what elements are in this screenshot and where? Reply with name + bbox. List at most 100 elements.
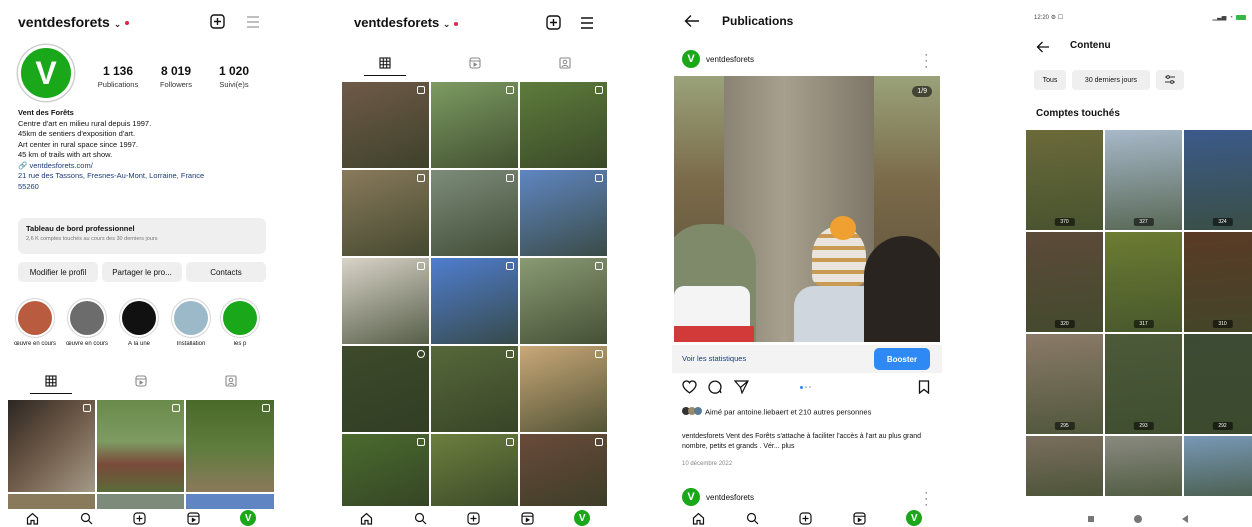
stat-publications[interactable]: 1 136 Publications: [88, 64, 148, 89]
post-thumbnail[interactable]: [520, 258, 607, 344]
post-thumbnail[interactable]: [431, 434, 518, 506]
address-link[interactable]: 21 rue des Tassons, Fresnes-Au-Mont, Lor…: [18, 171, 268, 182]
highlight-2[interactable]: œuvre en cours: [64, 298, 110, 347]
tab-reels[interactable]: [450, 54, 500, 76]
highlight-5[interactable]: les p: [220, 298, 260, 347]
home-icon[interactable]: [360, 511, 374, 525]
content-thumbnail[interactable]: 317: [1105, 232, 1182, 332]
content-thumbnail[interactable]: 370: [1026, 130, 1103, 230]
post-author-name[interactable]: ventdesforets: [706, 55, 754, 64]
profile-nav-avatar[interactable]: V: [240, 510, 257, 526]
content-thumbnail[interactable]: 310: [1184, 232, 1252, 332]
share-icon[interactable]: [733, 380, 749, 399]
contacts-button[interactable]: Contacts: [186, 262, 266, 282]
create-post-icon[interactable]: [467, 511, 481, 525]
stat-following[interactable]: 1 020 Suivi(e)s: [204, 64, 264, 89]
content-thumbnail[interactable]: 320: [1026, 232, 1103, 332]
profile-nav-avatar[interactable]: V: [906, 510, 923, 526]
post-thumbnail[interactable]: [97, 400, 184, 492]
search-icon[interactable]: [413, 511, 427, 525]
home-icon[interactable]: [26, 511, 40, 525]
more-options-icon[interactable]: · · ·: [924, 50, 928, 73]
post-thumbnail[interactable]: [520, 170, 607, 256]
post-thumbnail[interactable]: [342, 346, 429, 432]
tab-tagged[interactable]: [206, 372, 256, 394]
heart-icon[interactable]: [682, 380, 697, 399]
post-author-avatar[interactable]: V: [682, 488, 700, 506]
post-thumbnail[interactable]: [431, 258, 518, 344]
post-thumbnail[interactable]: [431, 82, 518, 168]
menu-icon[interactable]: [246, 15, 260, 29]
content-thumbnail[interactable]: 295: [1026, 334, 1103, 434]
post-thumbnail[interactable]: [342, 170, 429, 256]
profile-avatar[interactable]: V: [18, 45, 74, 101]
search-icon[interactable]: [79, 511, 93, 525]
post-thumbnail[interactable]: [431, 170, 518, 256]
profile-username[interactable]: ventdesforets ⌄: [18, 14, 130, 30]
back-arrow-icon[interactable]: [1036, 40, 1050, 58]
post-thumbnail[interactable]: [342, 82, 429, 168]
grid-username[interactable]: ventdesforets ⌄: [354, 15, 459, 30]
highlight-4[interactable]: Installation: [168, 298, 214, 347]
highlight-1[interactable]: œuvre en cours: [12, 298, 58, 347]
filter-all-chip[interactable]: Tous: [1034, 70, 1066, 90]
post-thumbnail[interactable]: [520, 346, 607, 432]
create-icon[interactable]: [546, 15, 561, 30]
create-post-icon[interactable]: [799, 511, 813, 525]
boost-button[interactable]: Booster: [874, 348, 930, 370]
create-icon[interactable]: [210, 14, 225, 29]
stat-followers[interactable]: 8 019 Followers: [146, 64, 206, 89]
content-thumbnail[interactable]: [1184, 436, 1252, 496]
content-thumbnail[interactable]: 327: [1105, 130, 1182, 230]
post-thumbnail[interactable]: [186, 494, 274, 509]
content-thumbnail[interactable]: 324: [1184, 130, 1252, 230]
post-caption[interactable]: ventdesforets Vent des Forêts s'attache …: [682, 432, 934, 452]
post-thumbnail[interactable]: [431, 346, 518, 432]
back-triangle-icon[interactable]: [1182, 515, 1188, 523]
filter-settings-button[interactable]: [1156, 70, 1184, 90]
view-insights-link[interactable]: Voir les statistiques: [682, 354, 746, 363]
menu-icon[interactable]: [580, 16, 594, 30]
likes-line[interactable]: Aimé par antoine.liebaert et 210 autres …: [682, 407, 932, 418]
create-post-icon[interactable]: [133, 511, 147, 525]
comment-icon[interactable]: [708, 380, 723, 399]
post-thumbnail[interactable]: [342, 258, 429, 344]
reels-nav-icon[interactable]: [187, 511, 201, 525]
post-author-avatar[interactable]: V: [682, 50, 700, 68]
post-thumbnail[interactable]: [186, 400, 274, 492]
post-thumbnail[interactable]: [97, 494, 184, 509]
bookmark-icon[interactable]: [918, 380, 930, 399]
profile-nav-avatar[interactable]: V: [574, 510, 591, 526]
tab-grid[interactable]: [360, 54, 410, 76]
recents-icon[interactable]: [1088, 516, 1094, 522]
back-arrow-icon[interactable]: [684, 14, 700, 33]
post-image[interactable]: 1/9: [674, 76, 940, 342]
tab-grid[interactable]: [26, 372, 76, 394]
address-zip[interactable]: 55260: [18, 182, 268, 193]
website-link[interactable]: 🔗 ventdesforets.com/: [18, 161, 268, 172]
more-options-icon[interactable]: · · ·: [924, 488, 928, 511]
tab-tagged[interactable]: [540, 54, 590, 76]
post-thumbnail[interactable]: [8, 400, 95, 492]
filter-period-chip[interactable]: 30 derniers jours: [1072, 70, 1150, 90]
post-thumbnail[interactable]: [520, 82, 607, 168]
reels-nav-icon[interactable]: [853, 511, 867, 525]
search-icon[interactable]: [745, 511, 759, 525]
share-profile-button[interactable]: Partager le pro...: [102, 262, 182, 282]
home-button-icon[interactable]: [1134, 515, 1142, 523]
content-thumbnail[interactable]: [1026, 436, 1103, 496]
post-thumbnail[interactable]: [520, 434, 607, 506]
post-author-name[interactable]: ventdesforets: [706, 493, 754, 502]
home-icon[interactable]: [692, 511, 706, 525]
content-thumbnail[interactable]: [1105, 436, 1182, 496]
professional-dashboard[interactable]: Tableau de bord professionnel 2,6 K comp…: [18, 218, 266, 254]
edit-profile-button[interactable]: Modifier le profil: [18, 262, 98, 282]
post-thumbnail[interactable]: [8, 494, 95, 509]
post-thumbnail[interactable]: [342, 434, 429, 506]
tab-reels[interactable]: [116, 372, 166, 394]
highlight-3[interactable]: À la une: [116, 298, 162, 347]
content-thumbnail[interactable]: 292: [1184, 334, 1252, 434]
content-thumbnail[interactable]: 293: [1105, 334, 1182, 434]
content-image: [1184, 436, 1252, 496]
reels-nav-icon[interactable]: [521, 511, 535, 525]
